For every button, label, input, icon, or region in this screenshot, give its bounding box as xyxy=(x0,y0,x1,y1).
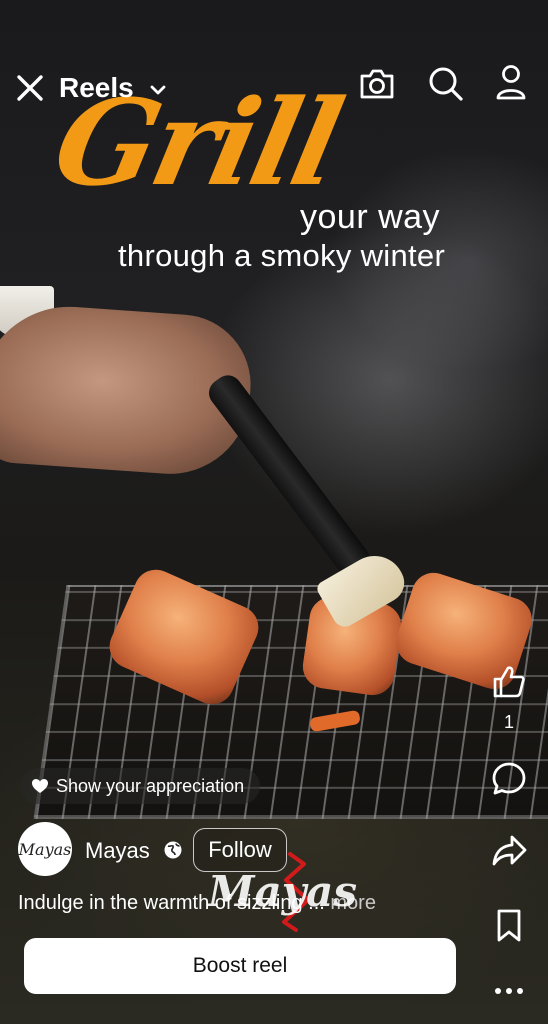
like-icon[interactable] xyxy=(488,660,530,702)
headline-line-3: through a smoky winter xyxy=(118,238,446,273)
caption-more-link[interactable]: more xyxy=(330,892,376,914)
profile-icon[interactable] xyxy=(490,62,532,104)
account-name[interactable]: Mayas xyxy=(85,838,150,864)
avatar[interactable]: Mayas xyxy=(18,822,72,876)
save-icon[interactable] xyxy=(488,904,530,946)
close-icon[interactable] xyxy=(14,72,46,104)
headline-line-2: your way xyxy=(300,198,441,236)
more-icon[interactable] xyxy=(488,970,530,1012)
page-title[interactable]: Reels xyxy=(59,72,134,104)
caption-text: Indulge in the warmth of sizzling ... xyxy=(18,892,325,914)
share-icon[interactable] xyxy=(488,830,530,872)
search-icon[interactable] xyxy=(425,64,467,104)
sparkle-heart-icon xyxy=(32,779,48,793)
camera-icon[interactable] xyxy=(356,64,398,104)
post-caption[interactable]: Indulge in the warmth of sizzling ... mo… xyxy=(18,892,376,915)
chevron-down-icon[interactable] xyxy=(148,80,168,100)
like-count: 1 xyxy=(503,712,514,732)
show-appreciation-button[interactable]: Show your appreciation xyxy=(20,768,261,804)
avatar-logo-text: Mayas xyxy=(18,839,72,859)
globe-icon xyxy=(163,840,183,860)
comment-icon[interactable] xyxy=(488,758,530,800)
basting-brush xyxy=(203,369,376,582)
show-appreciation-label: Show your appreciation xyxy=(56,775,245,796)
boost-reel-button[interactable]: Boost reel xyxy=(24,938,456,994)
